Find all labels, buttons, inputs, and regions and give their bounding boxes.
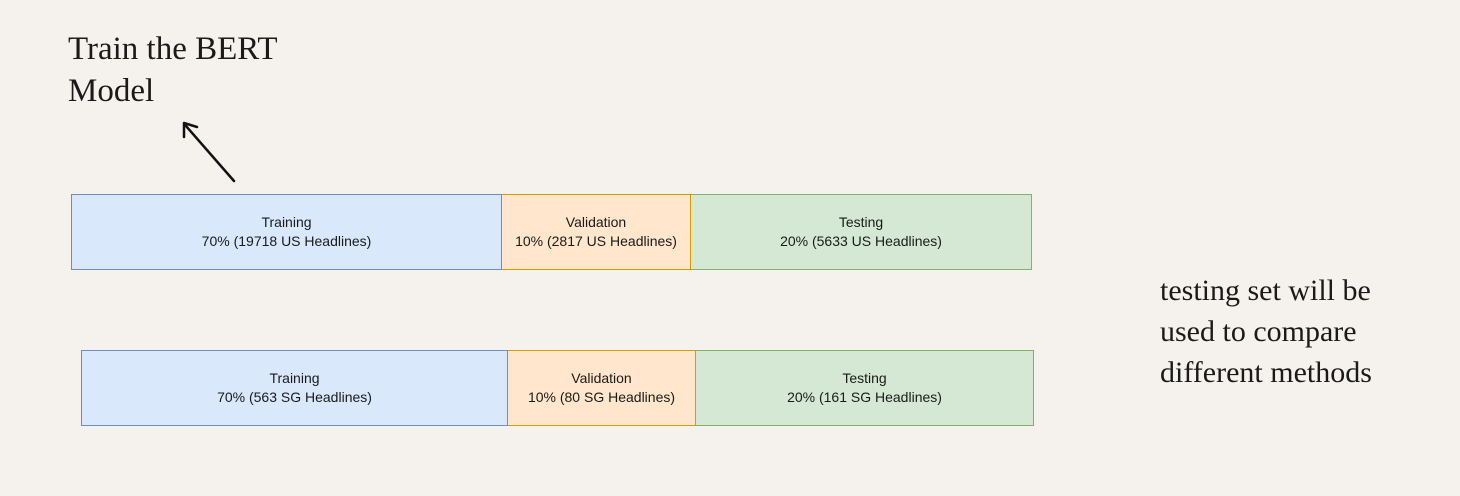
sg-testing-detail: 20% (161 SG Headlines) — [787, 389, 942, 405]
us-testing-title: Testing — [838, 214, 884, 230]
us-split-bar: Training 70% (19718 US Headlines) Valida… — [71, 194, 1032, 270]
train-bert-annotation: Train the BERT Model — [68, 31, 278, 109]
us-testing-detail: 20% (5633 US Headlines) — [780, 233, 942, 249]
sg-validation-segment: Validation 10% (80 SG Headlines) — [508, 350, 696, 426]
sg-split-bar: Training 70% (563 SG Headlines) Validati… — [81, 350, 1034, 426]
sg-validation-detail: 10% (80 SG Headlines) — [527, 389, 676, 405]
us-validation-detail: 10% (2817 US Headlines) — [515, 233, 677, 249]
us-validation-segment: Validation 10% (2817 US Headlines) — [502, 194, 691, 270]
testing-set-annotation: testing set will be used to compare diff… — [1160, 274, 1372, 389]
sg-testing-segment: Testing 20% (161 SG Headlines) — [696, 350, 1034, 426]
us-training-detail: 70% (19718 US Headlines) — [201, 233, 372, 249]
arrow-head — [182, 121, 199, 139]
us-training-title: Training — [261, 214, 312, 230]
sg-training-segment: Training 70% (563 SG Headlines) — [81, 350, 508, 426]
sg-training-title: Training — [269, 370, 320, 386]
sg-training-detail: 70% (563 SG Headlines) — [217, 389, 372, 405]
us-validation-title: Validation — [565, 214, 627, 230]
us-testing-segment: Testing 20% (5633 US Headlines) — [691, 194, 1032, 270]
arrow-shaft — [184, 124, 236, 183]
sg-testing-title: Testing — [842, 370, 887, 386]
sg-validation-title: Validation — [571, 370, 632, 386]
us-training-segment: Training 70% (19718 US Headlines) — [71, 194, 502, 270]
